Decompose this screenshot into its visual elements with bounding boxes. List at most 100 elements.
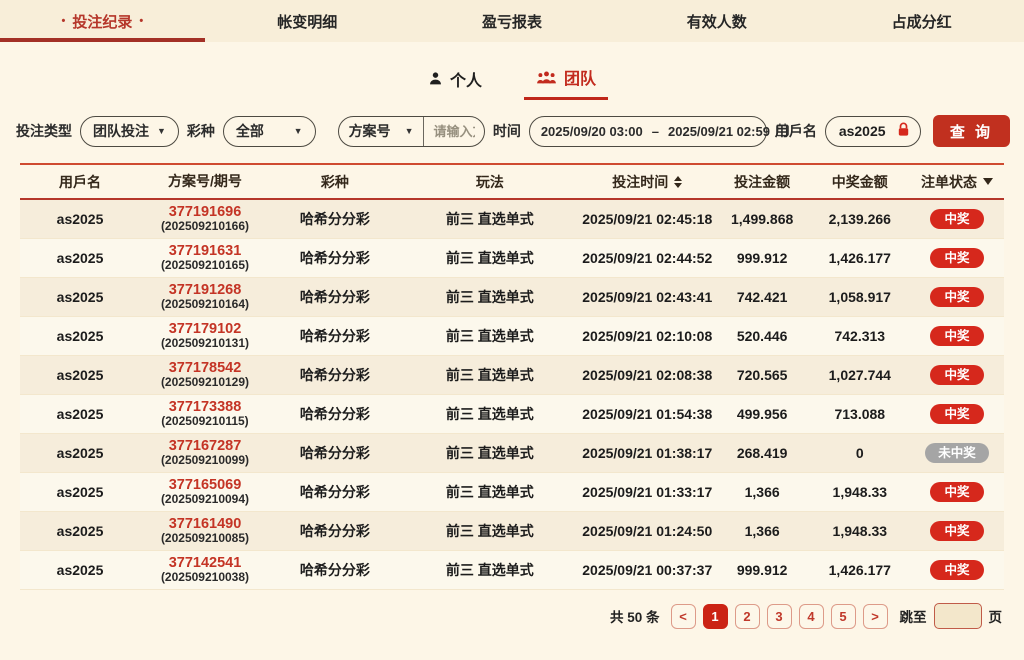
scheme-number-link[interactable]: 377173388 bbox=[140, 399, 270, 416]
scheme-number-link[interactable]: 377179102 bbox=[140, 321, 270, 338]
header-username: 用戶名 bbox=[59, 173, 102, 190]
status-badge: 中奖 bbox=[929, 247, 984, 269]
page-unit-label: 页 bbox=[988, 610, 1003, 625]
username-input[interactable] bbox=[838, 123, 897, 139]
cell-lottery-type: 哈希分分彩 bbox=[299, 523, 370, 539]
cell-username: as2025 bbox=[56, 523, 104, 539]
cell-username: as2025 bbox=[56, 562, 104, 578]
cell-bet-amount: 1,366 bbox=[744, 523, 780, 539]
cell-bet-amount: 742.421 bbox=[736, 289, 788, 305]
scheme-number-link[interactable]: 377161490 bbox=[140, 516, 270, 533]
cell-lottery-type: 哈希分分彩 bbox=[299, 484, 370, 500]
nav-tab-label: 盈亏报表 bbox=[481, 13, 542, 31]
subtab-personal[interactable]: 个人 bbox=[416, 60, 494, 100]
table-header-row: 用戶名 方案号/期号 彩种 玩法 投注时间 投注金额 中奖金额 注单状态 bbox=[20, 163, 1004, 200]
cell-lottery-type: 哈希分分彩 bbox=[299, 562, 370, 578]
table-row: as2025 377142541 (202509210038) 哈希分分彩 前三 直选单… bbox=[20, 551, 1004, 590]
cell-bet-amount: 999.912 bbox=[736, 250, 788, 266]
scheme-number-link[interactable]: 377142541 bbox=[140, 555, 270, 572]
table-row: as2025 377191631 (202509210165) 哈希分分彩 前三 直选单… bbox=[20, 239, 1004, 278]
table-row: as2025 377161490 (202509210085) 哈希分分彩 前三 直选单… bbox=[20, 512, 1004, 551]
page-button-5[interactable]: 5 bbox=[830, 603, 856, 629]
cell-lottery-type: 哈希分分彩 bbox=[299, 367, 370, 383]
page-button-4[interactable]: 4 bbox=[798, 603, 824, 629]
cell-bet-time: 2025/09/21 01:33:17 bbox=[582, 484, 713, 500]
cell-scheme-period: 377191631 (202509210165) bbox=[140, 243, 270, 273]
cell-lottery-type: 哈希分分彩 bbox=[299, 328, 370, 344]
username-label: 用戶名 bbox=[774, 123, 817, 139]
header-status: 注单状态 bbox=[910, 172, 1004, 192]
nav-tab-label: 占成分红 bbox=[891, 13, 952, 31]
bet-type-select[interactable]: 团队投注 ▼ bbox=[80, 115, 179, 147]
subtab-team-label: 团队 bbox=[564, 71, 597, 88]
nav-tab-bet-records[interactable]: • 投注纪录 • bbox=[0, 0, 205, 42]
nav-tab-label: 有效人数 bbox=[686, 13, 747, 31]
cell-username: as2025 bbox=[56, 328, 104, 344]
cell-bet-amount: 499.956 bbox=[736, 406, 788, 422]
cell-scheme-period: 377173388 (202509210115) bbox=[140, 399, 270, 429]
cell-username: as2025 bbox=[56, 484, 104, 500]
subtab-team[interactable]: 团队 bbox=[524, 60, 609, 100]
bet-type-label: 投注类型 bbox=[16, 123, 72, 139]
scheme-search-combo: 方案号 ▼ bbox=[337, 115, 485, 147]
period-number: (202509210131) bbox=[160, 336, 250, 351]
scheme-number-link[interactable]: 377191696 bbox=[140, 204, 270, 221]
cell-win-amount: 1,948.33 bbox=[832, 523, 888, 539]
header-win-amount: 中奖金额 bbox=[831, 173, 888, 190]
filter-status[interactable]: 注单状态 bbox=[921, 172, 993, 192]
next-page-button[interactable]: > bbox=[862, 603, 888, 629]
lottery-type-select[interactable]: 全部 ▼ bbox=[222, 115, 316, 147]
table-row: as2025 377173388 (202509210115) 哈希分分彩 前三 直选单… bbox=[20, 395, 1004, 434]
scheme-number-link[interactable]: 377178542 bbox=[140, 360, 270, 377]
username-field-wrap bbox=[824, 115, 921, 147]
nav-tab-share-dividend[interactable]: 占成分红 bbox=[819, 0, 1024, 42]
header-play: 玩法 bbox=[475, 173, 504, 190]
nav-tab-active-users[interactable]: 有效人数 bbox=[614, 0, 819, 42]
cell-lottery-type: 哈希分分彩 bbox=[299, 406, 370, 422]
table-row: as2025 377167287 (202509210099) 哈希分分彩 前三 直选单… bbox=[20, 434, 1004, 473]
period-number: (202509210164) bbox=[160, 297, 250, 312]
status-badge: 未中奖 bbox=[925, 442, 989, 464]
scheme-number-link[interactable]: 377165069 bbox=[140, 477, 270, 494]
chevron-down-icon: ▼ bbox=[157, 126, 166, 136]
page-button-3[interactable]: 3 bbox=[766, 603, 792, 629]
cell-play-type: 前三 直选单式 bbox=[445, 562, 534, 578]
scheme-number-link[interactable]: 377191268 bbox=[140, 282, 270, 299]
page-button-2[interactable]: 2 bbox=[734, 603, 760, 629]
search-button[interactable]: 查 询 bbox=[932, 115, 1010, 147]
time-label: 时间 bbox=[492, 123, 521, 139]
cell-win-amount: 1,426.177 bbox=[828, 562, 891, 578]
nav-tab-profit-loss-report[interactable]: 盈亏报表 bbox=[410, 0, 615, 42]
cell-play-type: 前三 直选单式 bbox=[445, 406, 534, 422]
scheme-number-link[interactable]: 377191631 bbox=[140, 243, 270, 260]
cell-play-type: 前三 直选单式 bbox=[445, 367, 534, 383]
header-status-label: 注单状态 bbox=[920, 173, 977, 190]
cell-username: as2025 bbox=[56, 445, 104, 461]
scheme-field-select[interactable]: 方案号 ▼ bbox=[339, 117, 424, 146]
cell-bet-time: 2025/09/21 02:43:41 bbox=[582, 289, 713, 305]
bet-records-table: 用戶名 方案号/期号 彩种 玩法 投注时间 投注金额 中奖金额 注单状态 as2… bbox=[20, 163, 1004, 590]
time-range-picker[interactable]: 2025/09/20 03:00 – 2025/09/21 02:59 bbox=[528, 115, 789, 147]
period-number: (202509210165) bbox=[160, 258, 250, 273]
scheme-number-input[interactable] bbox=[424, 123, 484, 139]
cell-username: as2025 bbox=[56, 211, 104, 227]
cell-scheme-period: 377191268 (202509210164) bbox=[140, 282, 270, 312]
page-button-1[interactable]: 1 bbox=[702, 603, 728, 629]
cell-bet-amount: 1,366 bbox=[744, 484, 780, 500]
header-bet-time-label: 投注时间 bbox=[612, 173, 669, 190]
sort-bet-time[interactable]: 投注时间 bbox=[612, 172, 683, 192]
cell-win-amount: 1,426.177 bbox=[828, 250, 891, 266]
period-number: (202509210129) bbox=[160, 375, 250, 390]
cell-bet-time: 2025/09/21 02:44:52 bbox=[582, 250, 713, 266]
sort-icon bbox=[674, 175, 683, 188]
table-row: as2025 377191696 (202509210166) 哈希分分彩 前三 直选单… bbox=[20, 200, 1004, 239]
jump-page-input[interactable] bbox=[933, 603, 982, 629]
prev-page-button[interactable]: < bbox=[670, 603, 696, 629]
scheme-number-link[interactable]: 377167287 bbox=[140, 438, 270, 455]
nav-tab-account-changes[interactable]: 帐变明细 bbox=[205, 0, 410, 42]
cell-status: 中奖 bbox=[910, 208, 1004, 230]
scheme-field-label: 方案号 bbox=[348, 123, 391, 139]
table-body: as2025 377191696 (202509210166) 哈希分分彩 前三 直选单… bbox=[20, 200, 1004, 590]
cell-status: 中奖 bbox=[910, 286, 1004, 308]
cell-bet-time: 2025/09/21 02:08:38 bbox=[582, 367, 713, 383]
